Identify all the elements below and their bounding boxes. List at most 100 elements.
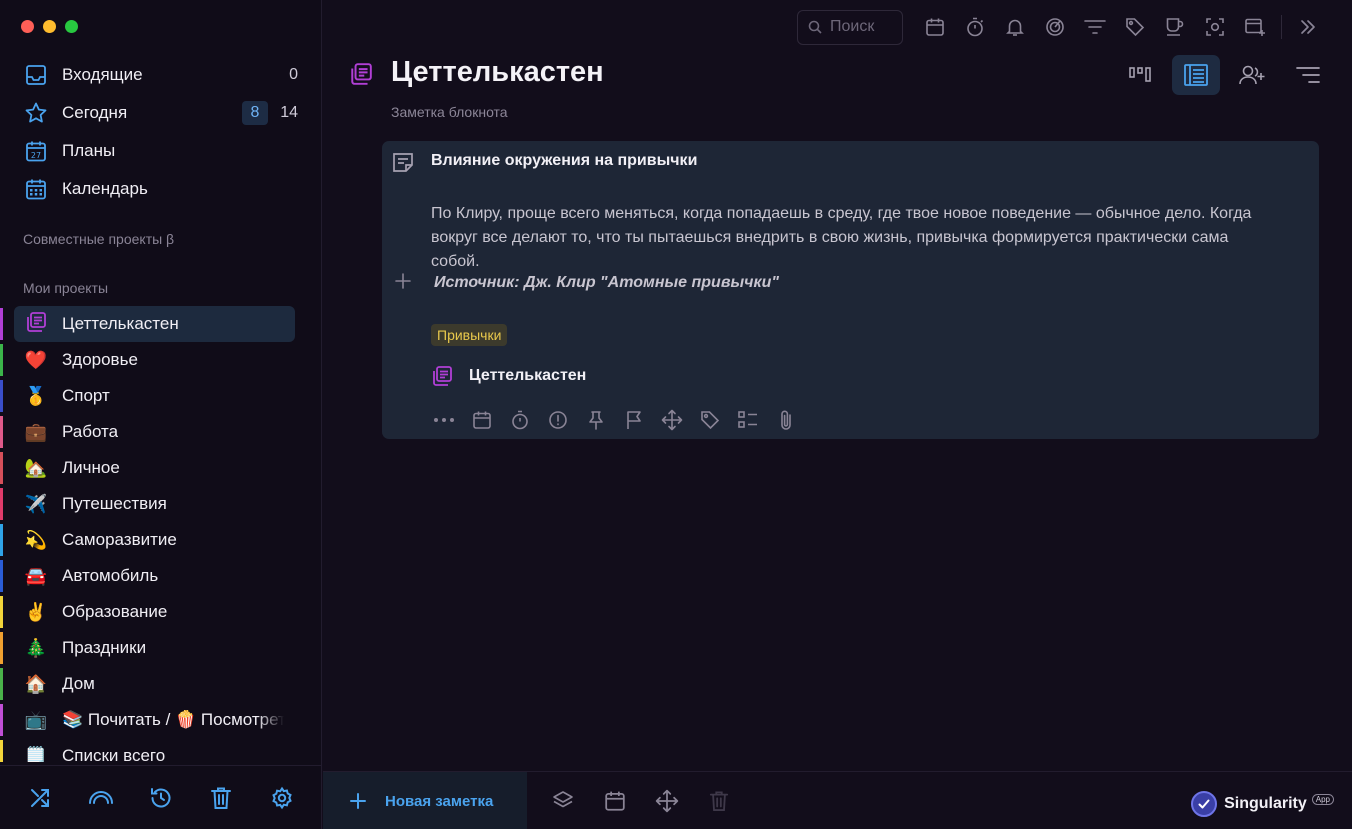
nav-item-label: Сегодня [62, 103, 128, 122]
attachment-paperclip-icon[interactable] [773, 407, 799, 433]
tag-icon[interactable] [1115, 9, 1155, 45]
trash-icon[interactable] [705, 787, 733, 815]
shuffle-icon[interactable] [26, 784, 54, 812]
filter-icon[interactable] [1075, 9, 1115, 45]
project-label: 📚 Почитать / 🍿 Посмотреть [62, 710, 284, 729]
house-garden-icon: 🏡 [24, 457, 48, 478]
move-icon[interactable] [653, 787, 681, 815]
layers-icon[interactable] [549, 787, 577, 815]
project-item-self-development[interactable]: 💫 Саморазвитие [0, 522, 322, 558]
note-card[interactable]: Влияние окружения на привычки По Клиру, … [382, 141, 1319, 439]
project-color-bar [0, 416, 3, 448]
medal-icon: 🥇 [24, 385, 48, 406]
screenshot-icon[interactable] [1195, 9, 1235, 45]
minimize-window-button[interactable] [43, 20, 56, 33]
search-box[interactable]: Поиск [797, 9, 903, 45]
project-item-home[interactable]: 🏠 Дом [0, 666, 322, 702]
dizzy-star-icon: 💫 [24, 529, 48, 550]
note-source[interactable]: Источник: Дж. Клир "Атомные привычки" [434, 274, 779, 292]
close-window-button[interactable] [21, 20, 34, 33]
new-note-button[interactable]: Новая заметка [323, 772, 527, 829]
brand-logo: Singularity App [1191, 791, 1334, 817]
my-projects-title[interactable]: Мои проекты [23, 280, 108, 296]
priority-exclamation-icon[interactable] [545, 407, 571, 433]
kanban-view-icon[interactable] [1116, 55, 1164, 95]
coffee-cup-icon[interactable] [1155, 9, 1195, 45]
list-view-icon[interactable] [1172, 55, 1220, 95]
sort-icon[interactable] [1284, 55, 1332, 95]
add-icon[interactable] [394, 272, 412, 295]
project-color-bar [0, 308, 3, 340]
project-label: Путешествия [62, 494, 167, 513]
inbox-icon [24, 63, 48, 87]
notebook-icon [24, 311, 48, 338]
calendar-icon[interactable] [469, 407, 495, 433]
settings-gear-icon[interactable] [268, 784, 296, 812]
star-icon [24, 101, 48, 125]
project-item-holidays[interactable]: 🎄 Праздники [0, 630, 322, 666]
tag-icon[interactable] [697, 407, 723, 433]
briefcase-icon: 💼 [24, 421, 48, 442]
checklist-icon[interactable] [735, 407, 761, 433]
project-color-bar [0, 704, 3, 736]
nav-item-calendar[interactable]: Календарь [0, 170, 322, 208]
project-item-car[interactable]: 🚘 Автомобиль [0, 558, 322, 594]
project-item-health[interactable]: ❤️ Здоровье [0, 342, 322, 378]
stopwatch-icon[interactable] [507, 407, 533, 433]
calendar-icon[interactable] [915, 9, 955, 45]
house-icon: 🏠 [24, 673, 48, 694]
move-icon[interactable] [659, 407, 685, 433]
stopwatch-icon[interactable] [955, 9, 995, 45]
project-color-bar [0, 632, 3, 664]
rainbow-arc-icon[interactable] [87, 784, 115, 812]
project-item-work[interactable]: 💼 Работа [0, 414, 322, 450]
project-item-zettelkasten[interactable]: Цеттелькастен [0, 306, 322, 342]
tag-chip[interactable]: Привычки [431, 324, 508, 346]
trash-icon[interactable] [207, 784, 235, 812]
flag-icon[interactable] [621, 407, 647, 433]
calendar-icon[interactable] [601, 787, 629, 815]
note-project[interactable]: Цеттелькастен [431, 365, 586, 387]
expand-chevrons-icon[interactable] [1288, 9, 1328, 45]
window-controls [21, 20, 78, 33]
project-color-bar [0, 668, 3, 700]
christmas-tree-icon: 🎄 [24, 637, 48, 658]
project-label: Дом [62, 674, 95, 693]
note-body[interactable]: По Клиру, проще всего меняться, когда по… [431, 202, 1281, 274]
toolbar-divider [1281, 15, 1282, 39]
nav-item-today[interactable]: Сегодня 8 14 [0, 94, 322, 132]
focus-target-icon[interactable] [1035, 9, 1075, 45]
project-item-lists[interactable]: 🗒️ Списки всего [0, 738, 322, 762]
project-item-read-watch[interactable]: 📺 📚 Почитать / 🍿 Посмотреть [0, 702, 322, 738]
page-title[interactable]: Цеттелькастен [391, 56, 604, 89]
bell-icon[interactable] [995, 9, 1035, 45]
nav-item-plans[interactable]: 27 Планы [0, 132, 322, 170]
brand-name: Singularity [1224, 795, 1307, 812]
shared-projects-title[interactable]: Совместные проекты β [23, 231, 174, 247]
project-item-travel[interactable]: ✈️ Путешествия [0, 486, 322, 522]
pin-icon[interactable] [583, 407, 609, 433]
page-subtitle: Заметка блокнота [391, 104, 508, 120]
add-user-icon[interactable] [1228, 55, 1276, 95]
nav-item-inbox[interactable]: Входящие 0 [0, 56, 322, 94]
project-item-education[interactable]: ✌️ Образование [0, 594, 322, 630]
project-label: Саморазвитие [62, 530, 177, 549]
project-color-bar [0, 380, 3, 412]
car-icon: 🚘 [24, 565, 48, 586]
brand-app-badge: App [1311, 793, 1334, 805]
project-label: Работа [62, 422, 119, 441]
project-item-personal[interactable]: 🏡 Личное [0, 450, 322, 486]
project-color-bar [0, 344, 3, 376]
history-icon[interactable] [147, 784, 175, 812]
zoom-window-button[interactable] [65, 20, 78, 33]
project-item-sport[interactable]: 🥇 Спорт [0, 378, 322, 414]
project-label: Здоровье [62, 350, 138, 369]
more-icon[interactable] [431, 407, 457, 433]
tv-icon: 📺 [24, 709, 48, 730]
sidebar: Входящие 0 Сегодня 8 14 27 Планы Календа… [0, 0, 322, 829]
add-window-icon[interactable] [1235, 9, 1275, 45]
nav-item-label: Входящие [62, 65, 143, 84]
note-title[interactable]: Влияние окружения на привычки [431, 152, 697, 170]
nav-item-label: Календарь [62, 179, 148, 198]
note-project-label: Цеттелькастен [469, 367, 587, 384]
